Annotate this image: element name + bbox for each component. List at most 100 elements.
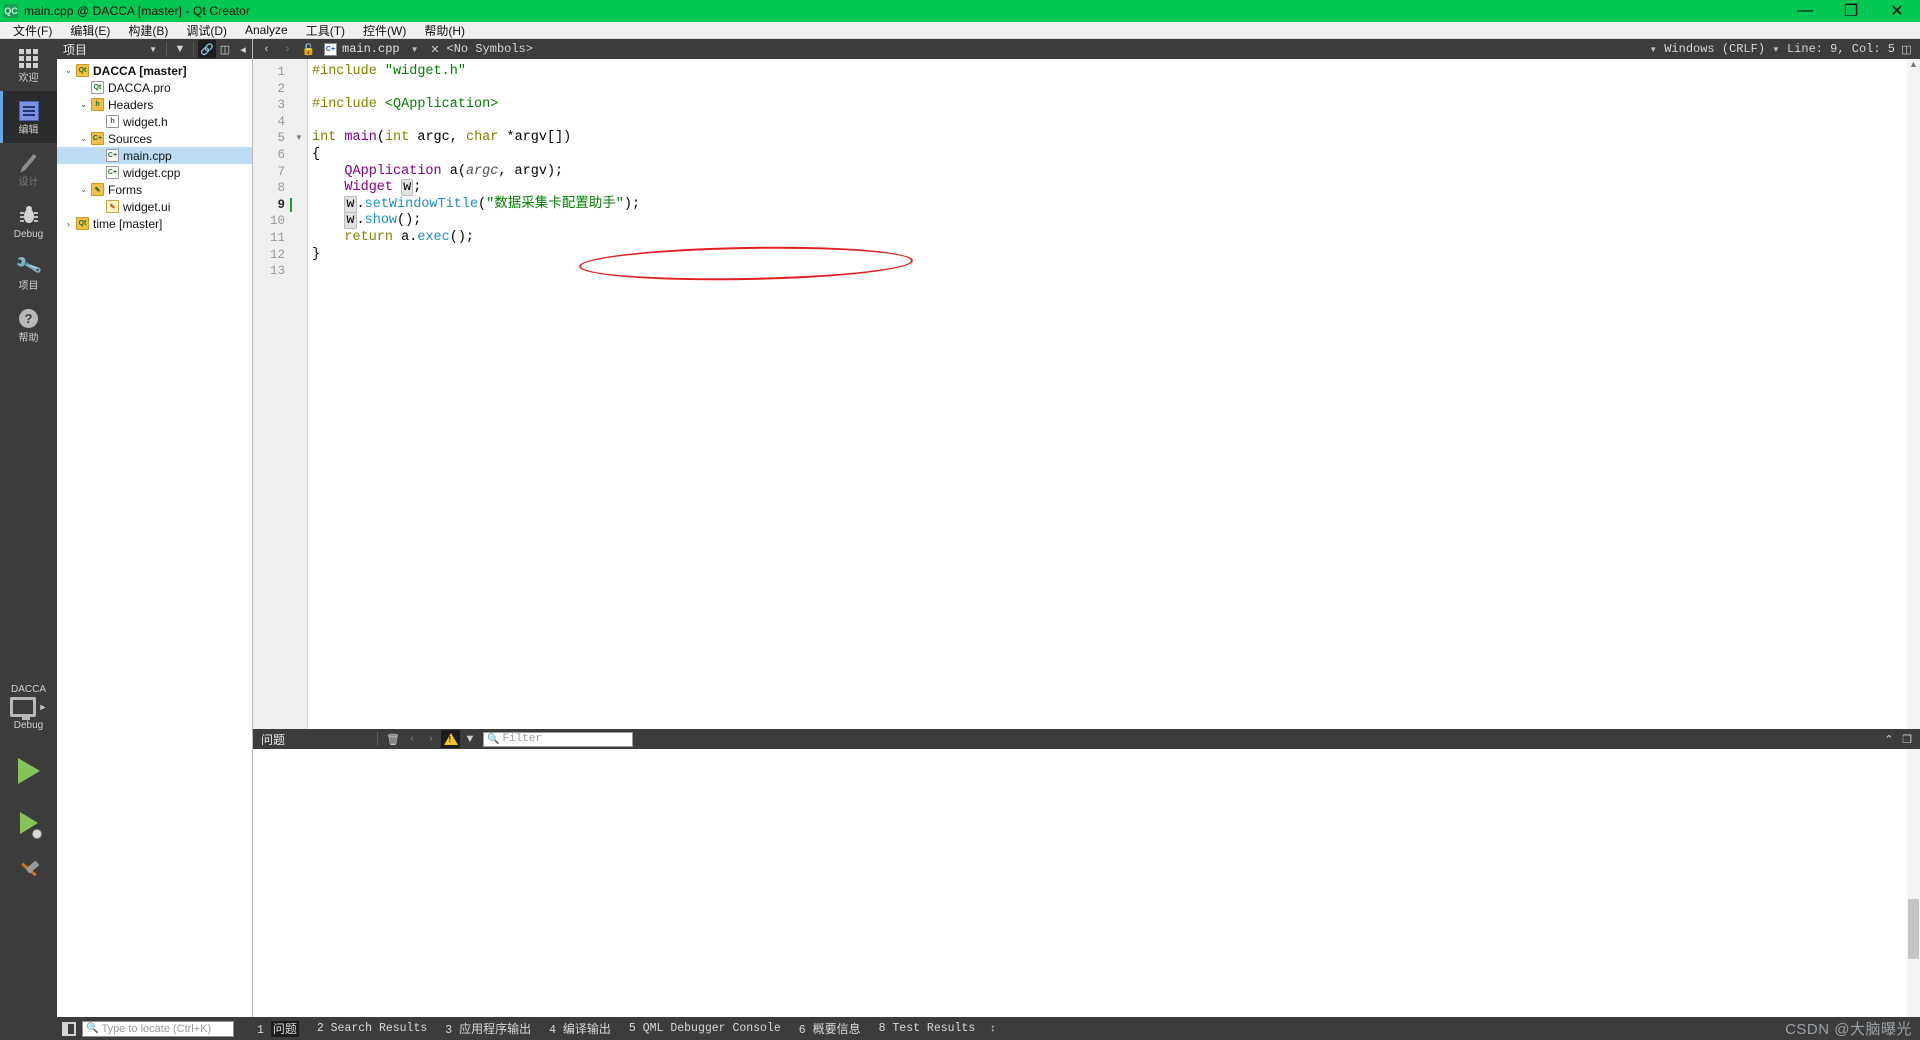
tree-item-headers[interactable]: ⌄ h Headers [57, 96, 252, 113]
menu-build[interactable]: 构建(B) [119, 21, 177, 40]
output-tab-3[interactable]: 3 应用程序输出 [436, 1020, 540, 1037]
mode-debug[interactable]: Debug [0, 195, 57, 247]
tree-item-dacca.pro[interactable]: Qt DACCA.pro [57, 79, 252, 96]
forward-button[interactable]: › [278, 40, 297, 58]
mode-welcome[interactable]: 欢迎 [0, 39, 57, 91]
open-file-selector[interactable]: C+ main.cpp [320, 42, 404, 56]
menu-window[interactable]: 控件(W) [354, 21, 415, 40]
back-button[interactable]: ‹ [257, 40, 276, 58]
tree-item-time-master-[interactable]: › Qt time [master] [57, 215, 252, 232]
window-title: main.cpp @ DACCA [master] - Qt Creator [24, 4, 251, 18]
menu-tools[interactable]: 工具(T) [297, 21, 354, 40]
tree-item-main.cpp[interactable]: C+ main.cpp [57, 147, 252, 164]
output-pane-updown-icon[interactable]: ↕ [990, 1023, 995, 1034]
file-dropdown-icon[interactable]: ▼ [406, 45, 424, 54]
code-line[interactable]: #include "widget.h" [312, 64, 466, 81]
output-tab-2[interactable]: 2 Search Results [308, 1022, 436, 1035]
tree-twisty-icon[interactable]: ⌄ [76, 184, 91, 195]
tree-item-forms[interactable]: ⌄ ✎ Forms [57, 181, 252, 198]
kit-selector[interactable]: ► [9, 697, 47, 720]
code-line[interactable]: w .setWindowTitle("数据采集卡配置助手"); [312, 195, 640, 214]
encoding-dropdown-icon[interactable]: ▼ [1644, 45, 1662, 54]
fold-marker-icon[interactable]: ▼ [295, 130, 303, 147]
filter-icon[interactable]: ▼ [171, 40, 189, 58]
mode-design[interactable]: 设计 [0, 143, 57, 195]
issues-panel-window-buttons: ⌃ ❐ [1880, 730, 1920, 748]
tree-twisty-icon[interactable]: › [61, 219, 76, 229]
prev-icon[interactable]: ‹ [403, 730, 421, 748]
split-icon[interactable]: ◫ [216, 40, 234, 58]
output-tab-label: 概要信息 [812, 1022, 861, 1036]
editor-vertical-scrollbar[interactable]: ▲ [1907, 59, 1920, 729]
close-button[interactable]: ✕ [1874, 0, 1920, 22]
tree-twisty-icon[interactable]: ⌄ [76, 133, 91, 144]
menu-edit[interactable]: 编辑(E) [61, 21, 119, 40]
output-tab-number: 4 [549, 1024, 563, 1037]
next-icon[interactable]: › [422, 730, 440, 748]
issues-scrollbar-thumb[interactable] [1908, 899, 1919, 959]
filter-icon[interactable]: ▼ [461, 730, 479, 748]
debug-button[interactable] [0, 797, 57, 849]
warning-filter-icon[interactable] [441, 730, 460, 748]
line-ending-selector[interactable]: Windows (CRLF) [1664, 42, 1765, 56]
tree-item-dacca-master-[interactable]: ⌄ Qt DACCA [master] [57, 62, 252, 79]
mode-projects[interactable]: 🔧 项目 [0, 247, 57, 299]
lock-icon[interactable]: 🔓 [299, 40, 318, 58]
code-line[interactable]: w .show(); [312, 212, 421, 230]
link-icon[interactable]: 🔗 [198, 40, 216, 58]
mode-help[interactable]: ? 帮助 [0, 299, 57, 351]
output-tab-8[interactable]: 8 Test Results [870, 1022, 985, 1035]
code-line[interactable]: } [312, 247, 320, 264]
collapse-panel-icon[interactable]: ⌃ [1880, 730, 1898, 748]
close-sidebar-icon[interactable]: ◂ [234, 40, 252, 58]
menu-analyze[interactable]: Analyze [236, 22, 297, 38]
code-text-area[interactable]: #include "widget.h" #include <QApplicatio… [290, 59, 1920, 729]
symbol-selector[interactable]: <No Symbols> [447, 42, 533, 56]
code-line[interactable]: return a.exec(); [312, 230, 474, 247]
code-line[interactable]: QApplication a(argc, argv); [312, 164, 563, 181]
minimize-button[interactable]: — [1782, 0, 1828, 22]
tree-item-widget.h[interactable]: h widget.h [57, 113, 252, 130]
output-tab-5[interactable]: 5 QML Debugger Console [620, 1022, 790, 1035]
locator-input[interactable]: 🔍 Type to locate (Ctrl+K) [82, 1020, 234, 1037]
code-line[interactable]: #include <QApplication> [312, 97, 498, 114]
code-editor[interactable]: 1 2 3 4 5 ▼ 6 7 8 9 10 11 12 13 #include "widget.h" #i… [253, 59, 1920, 729]
tree-item-sources[interactable]: ⌄ C+ Sources [57, 130, 252, 147]
scroll-up-icon[interactable]: ▲ [1909, 59, 1918, 69]
code-token: "widget.h" [384, 64, 466, 79]
menu-help[interactable]: 帮助(H) [415, 21, 474, 40]
output-tab-1[interactable]: 1 问题 [248, 1020, 308, 1037]
bug-icon [17, 203, 41, 227]
maximize-button[interactable]: ❐ [1828, 0, 1874, 22]
maximize-panel-icon[interactable]: ❐ [1898, 730, 1916, 748]
issues-filter-input[interactable]: 🔍 Filter [483, 731, 633, 747]
mode-edit[interactable]: 编辑 [0, 91, 57, 143]
code-line[interactable]: { [312, 147, 320, 164]
close-document-icon[interactable]: ✕ [426, 40, 445, 58]
menu-file[interactable]: 文件(F) [4, 21, 61, 40]
run-button[interactable] [0, 745, 57, 797]
output-tab-6[interactable]: 6 概要信息 [790, 1020, 870, 1037]
tree-item-label: DACCA [master] [93, 63, 187, 78]
menu-debug[interactable]: 调试(D) [177, 21, 236, 40]
split-editor-icon[interactable]: ◫ [1897, 40, 1916, 58]
toggle-sidebar-icon[interactable] [62, 1021, 76, 1036]
tree-item-widget.cpp[interactable]: C+ widget.cpp [57, 164, 252, 181]
issues-list[interactable] [253, 749, 1920, 1017]
tree-item-widget.ui[interactable]: ✎ widget.ui [57, 198, 252, 215]
run-control-bar: DACCA ► Debug [0, 678, 57, 1017]
code-line[interactable]: int main(int argc, char *argv[]) [312, 130, 571, 147]
output-tab-4[interactable]: 4 编译输出 [540, 1020, 620, 1037]
edit-icon [17, 99, 41, 123]
tree-twisty-icon[interactable]: ⌄ [61, 65, 76, 76]
build-button[interactable] [0, 849, 57, 901]
chevron-down-icon[interactable]: ▼ [149, 45, 162, 54]
clear-icon[interactable]: 🗑 [384, 730, 402, 748]
editor-toolbar: ‹ › 🔓 C+ main.cpp ▼ ✕ <No Symbols> ▼ Win… [253, 39, 1920, 59]
mode-debug-label: Debug [13, 228, 44, 240]
code-line[interactable]: Widget w; [312, 179, 421, 197]
issues-scrollbar-track[interactable] [1907, 749, 1920, 1017]
project-view-combo[interactable]: 项目 [63, 41, 87, 58]
line-ending-dropdown-icon[interactable]: ▼ [1767, 45, 1785, 54]
tree-twisty-icon[interactable]: ⌄ [76, 99, 91, 110]
